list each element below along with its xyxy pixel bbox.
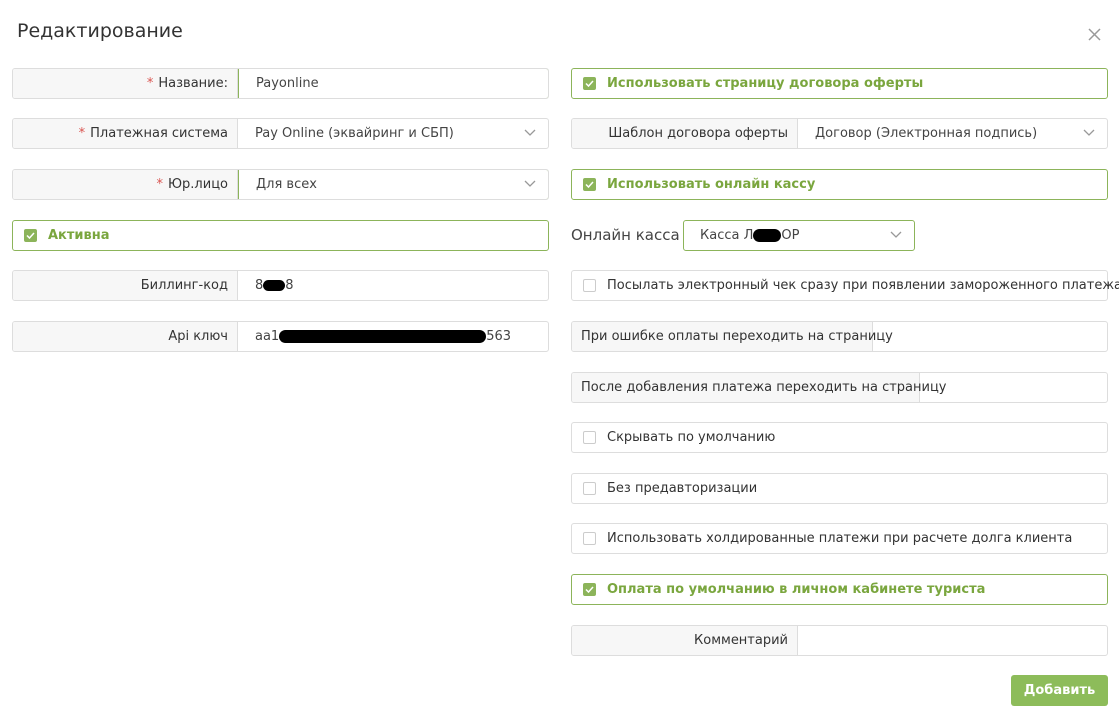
online-kassa-select[interactable]: Касса Л ОР	[683, 220, 915, 251]
chevron-down-icon	[890, 231, 902, 238]
name-field: * Название: Payonline	[12, 68, 549, 99]
legal-entity-field: * Юр.лицо Для всех	[12, 169, 549, 200]
active-checkbox-row[interactable]: Активна	[12, 220, 549, 251]
redaction	[263, 280, 286, 291]
name-label: * Название:	[13, 69, 238, 98]
chevron-down-icon	[524, 129, 536, 136]
use-offer-page-label: Использовать страницу договора оферты	[607, 76, 924, 91]
after-add-redirect-field: После добавления платежа переходить на с…	[571, 372, 1108, 403]
send-receipt-label: Посылать электронный чек сразу при появл…	[607, 278, 1119, 293]
use-hold-row[interactable]: Использовать холдированные платежи при р…	[571, 523, 1108, 554]
use-online-kassa-label: Использовать онлайн кассу	[607, 177, 816, 192]
after-add-redirect-label: После добавления платежа переходить на с…	[572, 373, 947, 402]
error-redirect-input[interactable]	[873, 322, 1107, 351]
offer-template-field: Шаблон договора оферты Договор (Электрон…	[571, 118, 1108, 149]
hide-default-label: Скрывать по умолчанию	[607, 430, 776, 445]
name-input[interactable]: Payonline	[238, 69, 548, 98]
no-preauth-row[interactable]: Без предавторизации	[571, 473, 1108, 504]
use-offer-page-checkbox[interactable]	[583, 77, 596, 90]
use-online-kassa-checkbox[interactable]	[583, 178, 596, 191]
legal-entity-label: * Юр.лицо	[13, 170, 238, 199]
billing-code-input[interactable]: 8 8	[238, 271, 548, 300]
offer-template-select[interactable]: Договор (Электронная подпись)	[798, 119, 1107, 148]
add-button[interactable]: Добавить	[1011, 675, 1108, 706]
check-icon	[26, 232, 35, 239]
comment-label: Комментарий	[572, 626, 798, 655]
offer-template-label: Шаблон договора оферты	[572, 119, 798, 148]
check-icon	[585, 586, 594, 593]
comment-input[interactable]	[798, 626, 1107, 655]
check-icon	[585, 181, 594, 188]
payment-system-label: * Платежная система	[13, 119, 238, 148]
use-online-kassa-row[interactable]: Использовать онлайн кассу	[571, 169, 1108, 200]
active-checkbox[interactable]	[24, 229, 37, 242]
api-key-field: Api ключ aa1 563	[12, 321, 549, 352]
default-payment-row[interactable]: Оплата по умолчанию в личном кабинете ту…	[571, 574, 1108, 605]
redaction	[279, 330, 487, 343]
close-icon[interactable]	[1086, 26, 1104, 44]
hide-default-row[interactable]: Скрывать по умолчанию	[571, 422, 1108, 453]
check-icon	[585, 80, 594, 87]
send-receipt-row[interactable]: Посылать электронный чек сразу при появл…	[571, 270, 1119, 301]
after-add-redirect-input[interactable]	[920, 373, 1107, 402]
use-hold-checkbox[interactable]	[583, 532, 596, 545]
dialog-title: Редактирование	[17, 20, 183, 42]
redaction	[753, 229, 782, 242]
billing-code-label: Биллинг-код	[13, 271, 238, 300]
error-redirect-label: При ошибке оплаты переходить на страницу	[572, 322, 893, 351]
chevron-down-icon	[524, 180, 536, 187]
default-payment-label: Оплата по умолчанию в личном кабинете ту…	[607, 582, 986, 597]
default-payment-checkbox[interactable]	[583, 583, 596, 596]
hide-default-checkbox[interactable]	[583, 431, 596, 444]
billing-code-field: Биллинг-код 8 8	[12, 270, 549, 301]
send-receipt-checkbox[interactable]	[583, 279, 596, 292]
api-key-input[interactable]: aa1 563	[238, 322, 548, 351]
payment-system-field: * Платежная система Pay Online (эквайринг…	[12, 118, 549, 149]
payment-system-select[interactable]: Pay Online (эквайринг и СБП)	[238, 119, 548, 148]
comment-field: Комментарий	[571, 625, 1108, 656]
api-key-label: Api ключ	[13, 322, 238, 351]
use-hold-label: Использовать холдированные платежи при р…	[607, 531, 1073, 546]
error-redirect-field: При ошибке оплаты переходить на страницу	[571, 321, 1108, 352]
use-offer-page-row[interactable]: Использовать страницу договора оферты	[571, 68, 1108, 99]
no-preauth-label: Без предавторизации	[607, 481, 758, 496]
legal-entity-select[interactable]: Для всех	[238, 170, 548, 199]
active-label: Активна	[48, 228, 110, 243]
chevron-down-icon	[1083, 129, 1095, 136]
online-kassa-label: Онлайн касса	[571, 226, 680, 244]
no-preauth-checkbox[interactable]	[583, 482, 596, 495]
